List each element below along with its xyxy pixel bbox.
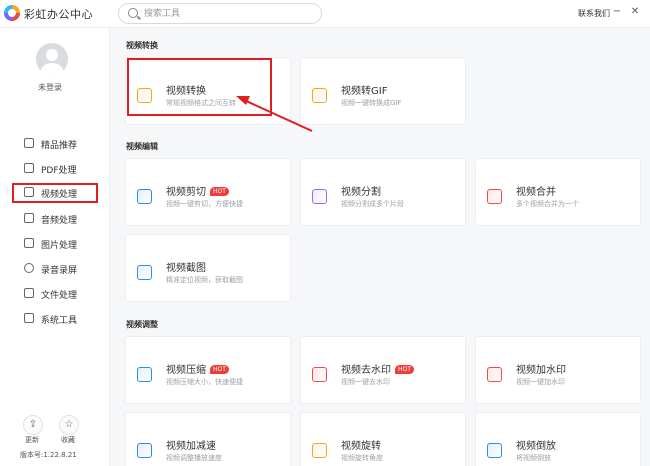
app-window: 彩虹办公中心 联系我们 − ✕ 未登录 精品推荐 PDF处理 视频处理 音频处理	[0, 0, 650, 466]
arrow-line	[243, 99, 313, 132]
arrow-head	[236, 96, 250, 105]
annotation-arrow	[236, 96, 313, 132]
